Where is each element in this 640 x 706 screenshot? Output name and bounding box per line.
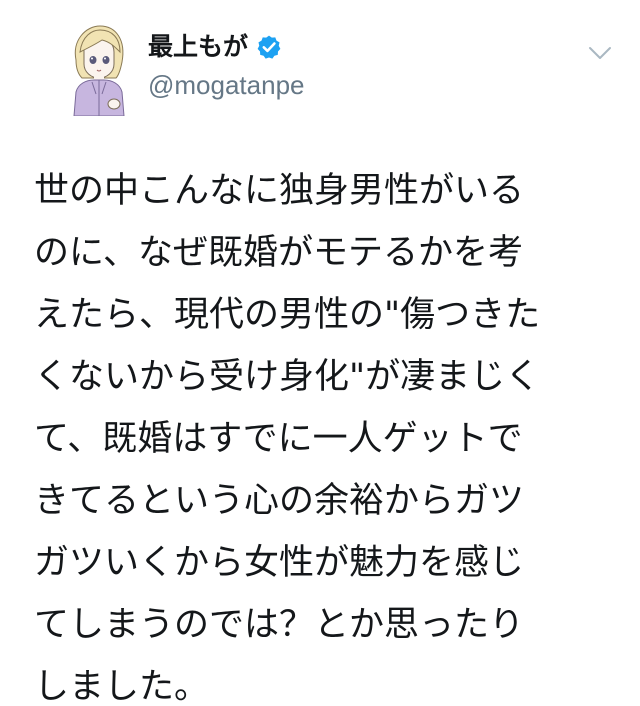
tweet-text-line: くないから受け身化"が凄まじく: [34, 357, 541, 397]
tweet-text: 世の中こんなに独身男性がいる のに、なぜ既婚がモテるかを考 えたら、現代の男性の…: [34, 160, 614, 706]
author-handle[interactable]: @mogatanpe: [148, 68, 305, 102]
tweet-text-line: て、既婚はすでに一人ゲットで: [34, 419, 523, 459]
tweet-text-line: えたら、現代の男性の"傷つきた: [34, 295, 541, 335]
tweet-text-line: きてるという心の余裕からガツ: [34, 481, 525, 521]
tweet-text-line: てしまうのでは？とか思ったり: [34, 605, 525, 645]
tweet-text-line: のに、なぜ既婚がモテるかを考: [34, 233, 523, 273]
tweet-card: 最上もが @mogatanpe 世の中こんなに独身男性がいる のに、なぜ既婚がモ…: [0, 0, 640, 706]
chevron-down-icon[interactable]: [586, 42, 614, 64]
tweet-text-line: 世の中こんなに独身男性がいる: [34, 171, 525, 211]
avatar[interactable]: [62, 20, 134, 116]
tweet-text-line: ガツいくから女性が魅力を感じ: [34, 543, 525, 583]
tweet-text-line: しました。: [34, 667, 210, 706]
display-name[interactable]: 最上もが: [148, 30, 248, 64]
author-name-row[interactable]: 最上もが: [148, 30, 282, 64]
verified-badge-icon: [257, 35, 281, 59]
